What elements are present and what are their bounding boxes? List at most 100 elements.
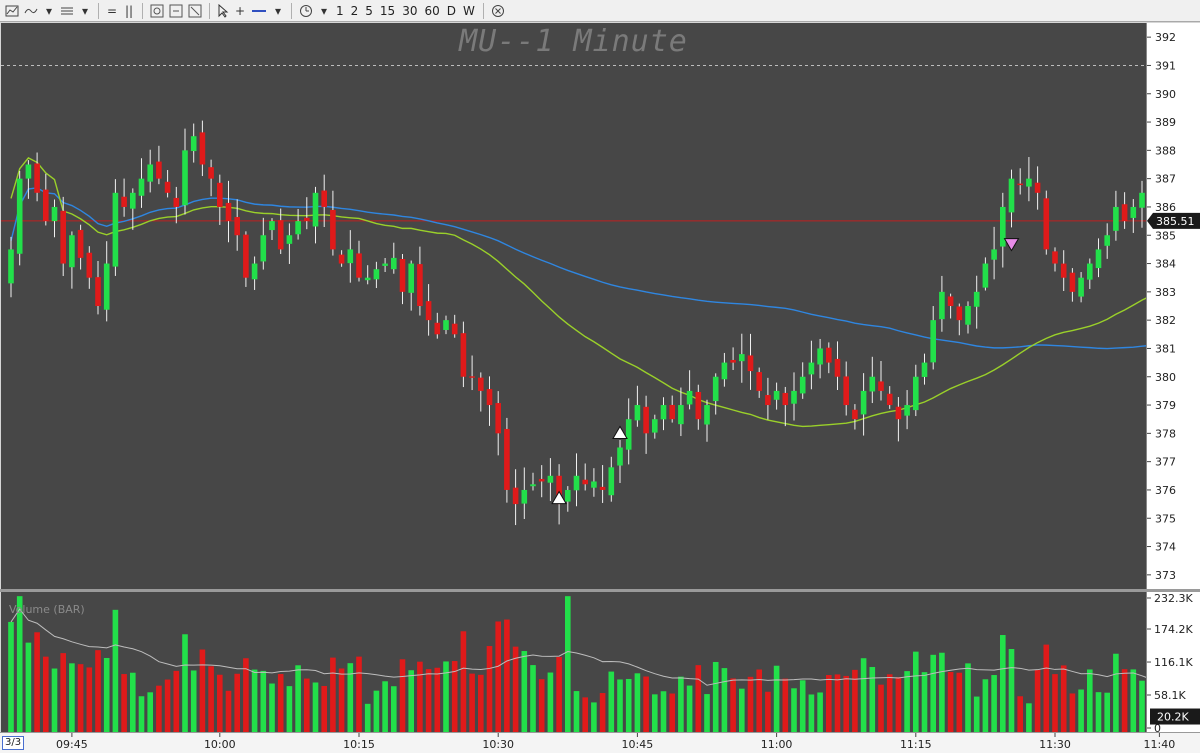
buy-marker-icon: [612, 425, 628, 440]
candle: [799, 362, 806, 399]
candle-body: [1087, 263, 1093, 280]
volume-bar: [1034, 669, 1041, 732]
timeframe-1m[interactable]: 1: [333, 4, 347, 18]
candle: [60, 196, 66, 277]
candle: [77, 224, 84, 270]
candle-body: [199, 132, 206, 165]
candle: [538, 465, 545, 498]
time-axis-scale: 09:45 10:00 10:15 10:30 10:45 11:00 11:15 11:30…: [56, 733, 1176, 751]
candle-body: [947, 296, 954, 306]
timeframe-60m[interactable]: 60: [421, 4, 442, 18]
price-pane[interactable]: [1, 23, 1200, 589]
candle-body: [817, 348, 823, 365]
candle-body: [469, 376, 475, 378]
volume-bar: [190, 670, 197, 732]
candle: [382, 258, 388, 273]
pause-icon[interactable]: ||: [121, 2, 137, 20]
timeframe-2m[interactable]: 2: [348, 4, 362, 18]
candle-body: [739, 354, 745, 362]
timeframe-15m[interactable]: 15: [377, 4, 398, 18]
toolbar-divider: [98, 2, 99, 19]
line-style-icon[interactable]: [22, 2, 40, 20]
chart-type-icon[interactable]: [3, 2, 21, 20]
candle-body: [652, 419, 658, 433]
time-tick-label: 10:15: [343, 738, 375, 751]
volume-pane[interactable]: [1, 592, 1200, 732]
candle: [1034, 166, 1041, 210]
equal-spacing-icon[interactable]: =: [104, 2, 120, 20]
candle-body: [312, 192, 319, 227]
price-axis[interactable]: 373 374 375 376 377 378 379 380 381 382 383 384 385 3…: [1146, 23, 1200, 589]
volume-bar: [234, 673, 240, 732]
volume-bar: [460, 631, 467, 732]
candle: [1043, 190, 1050, 255]
volume-bar: [321, 685, 327, 732]
zoom-reset-icon[interactable]: [186, 2, 204, 20]
candle: [913, 364, 919, 417]
volume-bar: [591, 702, 597, 732]
candle-body: [791, 390, 797, 404]
candle-body: [138, 178, 145, 196]
volume-axis[interactable]: 232.3K 174.2K 116.1K 58.1K 0 20.2K: [1146, 592, 1200, 735]
price-tick-label: 376: [1155, 484, 1176, 497]
volume-chart[interactable]: [1, 592, 1200, 732]
volume-average-line: [10, 608, 1200, 690]
candle: [486, 376, 493, 426]
volume-bar: [973, 696, 980, 732]
volume-bar: [121, 674, 127, 732]
timeframe-30m[interactable]: 30: [399, 4, 420, 18]
volume-bar: [478, 674, 484, 732]
candle: [826, 342, 832, 374]
chevron-down-icon[interactable]: ▾: [270, 2, 286, 20]
volume-bar: [156, 685, 162, 732]
page-indicator[interactable]: 3/3: [2, 736, 25, 750]
time-axis[interactable]: 09:45 10:00 10:15 10:30 10:45 11:00 11:15 11:30…: [0, 732, 1200, 753]
volume-tick-label: 116.1K: [1154, 656, 1193, 669]
candle-body: [1026, 178, 1032, 187]
indicator-menu-icon[interactable]: [58, 2, 76, 20]
time-tick-label: 11:40: [1144, 738, 1176, 751]
volume-bar: [982, 679, 989, 732]
volume-bar: [1095, 692, 1102, 732]
candle-body: [277, 220, 284, 250]
candle-body: [408, 263, 414, 293]
chevron-down-icon[interactable]: ▾: [316, 2, 332, 20]
candle: [260, 217, 267, 270]
volume-bar: [130, 672, 136, 732]
price-tick-label: 385: [1155, 229, 1176, 242]
volume-bar: [643, 676, 649, 732]
volume-bar: [608, 671, 615, 732]
volume-bar: [1113, 653, 1119, 732]
candle: [173, 186, 180, 224]
candle: [1095, 238, 1102, 278]
volume-bar: [660, 691, 667, 732]
cursor-icon[interactable]: [215, 2, 231, 20]
timeframe-weekly[interactable]: W: [460, 4, 478, 18]
zoom-in-icon[interactable]: [148, 2, 166, 20]
candle: [364, 265, 371, 285]
volume-bar: [1026, 703, 1032, 732]
candle: [69, 231, 75, 289]
timeframe-daily[interactable]: D: [444, 4, 459, 18]
candle: [321, 174, 327, 228]
close-icon[interactable]: [489, 2, 507, 20]
chevron-down-icon[interactable]: ▾: [77, 2, 93, 20]
clock-icon[interactable]: [297, 2, 315, 20]
timeframe-5m[interactable]: 5: [362, 4, 376, 18]
candle: [1121, 192, 1128, 229]
zoom-out-icon[interactable]: [167, 2, 185, 20]
price-tick-label: 390: [1155, 88, 1176, 101]
volume-bar: [1060, 665, 1067, 732]
price-chart[interactable]: [1, 23, 1200, 589]
price-tick-label: 378: [1155, 427, 1176, 440]
candle: [286, 223, 293, 264]
candle-body: [286, 235, 293, 244]
candle: [791, 372, 797, 421]
candle: [8, 236, 14, 298]
trend-line-icon[interactable]: [249, 2, 269, 20]
chevron-down-icon[interactable]: ▾: [41, 2, 57, 20]
time-tick-label: 11:00: [761, 738, 793, 751]
candle-body: [712, 376, 719, 402]
crosshair-icon[interactable]: +: [232, 2, 248, 20]
candle: [1000, 192, 1006, 268]
